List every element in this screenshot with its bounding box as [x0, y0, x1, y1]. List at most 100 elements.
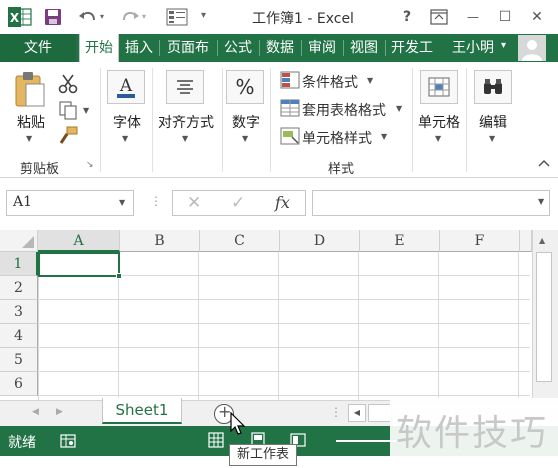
restore-button[interactable]: ☐: [494, 6, 516, 28]
column-header-b[interactable]: B: [120, 230, 200, 252]
form-icon[interactable]: [166, 8, 188, 26]
tab-insert[interactable]: 插入: [120, 34, 158, 62]
row-header-6[interactable]: 6: [0, 372, 38, 396]
column-header-a[interactable]: A: [38, 230, 120, 252]
macro-recording-icon[interactable]: [60, 433, 76, 449]
row-header-4[interactable]: 4: [0, 324, 38, 348]
format-as-table-label[interactable]: 套用表格格式: [302, 100, 386, 120]
name-box-dropdown-icon[interactable]: ▼: [119, 198, 125, 207]
undo-icon[interactable]: [78, 8, 98, 26]
group-divider: [412, 68, 413, 172]
column-header-d[interactable]: D: [280, 230, 360, 252]
hscroll-left-icon[interactable]: ◀: [348, 404, 366, 422]
cancel-entry-icon[interactable]: ✕: [187, 193, 201, 213]
expand-formula-bar-icon[interactable]: ▼: [538, 197, 544, 206]
minimize-button[interactable]: —: [462, 6, 484, 28]
scroll-up-icon[interactable]: ▲: [539, 236, 545, 245]
format-as-table-icon[interactable]: [280, 99, 300, 117]
cells-group-label[interactable]: 单元格: [414, 112, 464, 132]
tab-file[interactable]: 文件: [0, 34, 76, 62]
formula-bar-grip-icon[interactable]: ⋮: [150, 194, 162, 208]
select-all-corner[interactable]: [0, 230, 38, 252]
column-header-g[interactable]: [520, 230, 532, 252]
cell-styles-label[interactable]: 单元格样式: [302, 128, 372, 148]
user-menu-caret-icon[interactable]: ▾: [501, 40, 506, 51]
sheet-prev-icon[interactable]: ◀: [32, 407, 39, 417]
formula-input[interactable]: [312, 190, 550, 216]
horizontal-scroll-track[interactable]: [368, 404, 392, 422]
help-button[interactable]: ?: [398, 6, 416, 28]
column-header-c[interactable]: C: [200, 230, 280, 252]
close-button[interactable]: ✕: [526, 6, 548, 28]
tab-data[interactable]: 数据: [260, 34, 300, 62]
alignment-dropdown-icon[interactable]: ▼: [182, 134, 188, 143]
row-header-5[interactable]: 5: [0, 348, 38, 372]
copy-icon[interactable]: [58, 100, 78, 120]
editing-dropdown-icon[interactable]: ▼: [489, 134, 495, 143]
tab-review[interactable]: 审阅: [302, 34, 342, 62]
tab-developer[interactable]: 开发工: [386, 34, 438, 62]
redo-icon[interactable]: [120, 8, 140, 26]
conditional-formatting-label[interactable]: 条件格式: [302, 72, 358, 92]
cells-button[interactable]: [420, 70, 458, 104]
column-header-f[interactable]: F: [440, 230, 520, 252]
avatar[interactable]: [518, 35, 546, 61]
percent-icon: %: [235, 75, 255, 99]
paste-dropdown-icon[interactable]: ▼: [26, 134, 32, 143]
collapse-ribbon-icon[interactable]: [538, 158, 550, 168]
tab-page-layout[interactable]: 页面布: [160, 34, 216, 62]
undo-dropdown-icon[interactable]: ▾: [100, 12, 104, 21]
fill-handle[interactable]: [116, 273, 122, 279]
editing-group-label[interactable]: 编辑: [474, 112, 512, 132]
row-header-3[interactable]: 3: [0, 300, 38, 324]
save-icon[interactable]: [44, 8, 62, 26]
svg-text:X: X: [10, 11, 20, 25]
clipboard-launcher-icon[interactable]: ↘: [86, 160, 94, 170]
active-cell-a1[interactable]: [38, 252, 120, 277]
copy-dropdown-icon[interactable]: ▼: [83, 106, 89, 115]
cells-dropdown-icon[interactable]: ▼: [435, 134, 441, 143]
zoom-slider[interactable]: [336, 440, 396, 442]
alignment-group-label[interactable]: 对齐方式: [153, 112, 219, 132]
status-ready: 就绪: [8, 435, 36, 451]
styles-group-label: 样式: [328, 162, 355, 177]
row-header-1[interactable]: 1: [0, 252, 38, 276]
confirm-entry-icon[interactable]: ✓: [231, 193, 245, 213]
paste-label[interactable]: 粘贴: [14, 112, 48, 132]
select-all-triangle-icon: [22, 236, 34, 248]
number-button[interactable]: %: [226, 70, 264, 104]
cell-styles-dropdown-icon[interactable]: ▼: [381, 132, 387, 141]
alignment-button[interactable]: [166, 70, 204, 104]
cell-styles-icon[interactable]: [280, 127, 300, 145]
number-group-label[interactable]: 数字: [227, 112, 265, 132]
format-painter-icon[interactable]: [58, 126, 78, 146]
conditional-formatting-dropdown-icon[interactable]: ▼: [367, 76, 373, 85]
number-dropdown-icon[interactable]: ▼: [242, 134, 248, 143]
tab-home[interactable]: 开始: [79, 34, 119, 63]
name-box[interactable]: A1: [6, 190, 134, 216]
vertical-scroll-thumb[interactable]: [536, 252, 552, 382]
tab-split-grip-icon[interactable]: ⋮: [330, 405, 342, 419]
row-header-2[interactable]: 2: [0, 276, 38, 300]
paste-icon[interactable]: [14, 70, 46, 108]
column-header-e[interactable]: E: [360, 230, 440, 252]
font-button[interactable]: A: [107, 70, 145, 104]
insert-function-icon[interactable]: fx: [275, 193, 290, 212]
sheet-next-icon[interactable]: ▶: [56, 407, 63, 417]
customize-qat-icon[interactable]: ▾: [201, 10, 206, 21]
redo-dropdown-icon[interactable]: ▾: [142, 12, 146, 21]
window-title: 工作簿1 - Excel: [252, 11, 354, 27]
tab-formulas[interactable]: 公式: [218, 34, 258, 62]
sheet-tab-sheet1[interactable]: Sheet1: [102, 398, 182, 424]
format-as-table-dropdown-icon[interactable]: ▼: [396, 104, 402, 113]
group-divider: [100, 68, 101, 172]
normal-view-icon[interactable]: [208, 432, 224, 448]
cut-icon[interactable]: [58, 74, 78, 94]
editing-button[interactable]: [474, 70, 512, 104]
user-name[interactable]: 王小明: [448, 34, 498, 62]
conditional-formatting-icon[interactable]: [280, 71, 300, 89]
font-dropdown-icon[interactable]: ▼: [122, 134, 128, 143]
ribbon-display-options-icon[interactable]: [430, 9, 448, 25]
font-group-label[interactable]: 字体: [108, 112, 146, 132]
tab-view[interactable]: 视图: [344, 34, 384, 62]
